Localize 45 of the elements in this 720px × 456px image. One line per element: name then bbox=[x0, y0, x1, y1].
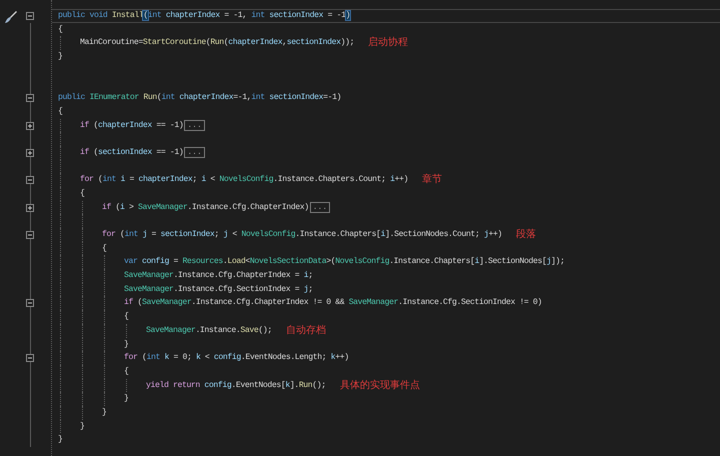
code-line: public void Install(int chapterIndex = -1, int sectionIndex = -1) bbox=[58, 10, 350, 22]
code-line: { bbox=[58, 106, 62, 118]
annotation-text: 段落 bbox=[516, 228, 536, 242]
code-line: MainCoroutine=StartCoroutine(Run(chapterIndex,sectionIndex)); bbox=[80, 37, 354, 50]
collapse-icon[interactable] bbox=[26, 231, 34, 239]
code-line: { bbox=[58, 24, 62, 36]
annotation-text: 章节 bbox=[422, 173, 442, 187]
code-line: for (int j = sectionIndex; j < NovelsConfig.Instance.Chapters[i].SectionNodes.Count; j++) bbox=[102, 229, 502, 241]
code-line: } bbox=[58, 51, 62, 64]
collapse-icon[interactable] bbox=[26, 299, 34, 308]
collapse-icon[interactable] bbox=[26, 354, 34, 362]
collapsed-code-button[interactable]: ... bbox=[184, 120, 205, 131]
code-line: if (i > SaveManager.Instance.Cfg.ChapterIndex) bbox=[102, 202, 309, 214]
brush-icon[interactable] bbox=[4, 10, 18, 24]
collapse-icon[interactable] bbox=[26, 94, 34, 102]
code-line: for (int i = chapterIndex; i < NovelsConfig.Instance.Chapters.Count; i++) bbox=[80, 174, 408, 186]
code-line: yield return config.EventNodes[k].Run(); bbox=[146, 380, 326, 392]
code-line: SaveManager.Instance.Cfg.SectionIndex = j; bbox=[124, 284, 313, 296]
code-line: } bbox=[58, 434, 62, 446]
code-line: { bbox=[124, 311, 128, 324]
code-line: if (sectionIndex == -1) bbox=[80, 146, 184, 159]
expand-icon[interactable] bbox=[26, 148, 34, 157]
code-line: } bbox=[102, 406, 106, 419]
code-line: public IEnumerator Run(int chapterIndex=-1,int sectionIndex=-1) bbox=[58, 92, 342, 104]
code-line: { bbox=[124, 366, 128, 378]
annotation-text: 启动协程 bbox=[368, 36, 408, 50]
collapse-icon[interactable] bbox=[26, 176, 34, 184]
code-line: } bbox=[124, 393, 128, 406]
code-line: for (int k = 0; k < config.EventNodes.Length; k++) bbox=[124, 352, 349, 364]
code-line: } bbox=[80, 420, 84, 433]
code-line: SaveManager.Instance.Cfg.ChapterIndex = i; bbox=[124, 270, 313, 282]
annotation-text: 自动存档 bbox=[286, 324, 326, 338]
annotation-text: 具体的实现事件点 bbox=[340, 378, 420, 392]
code-line: if (chapterIndex == -1) bbox=[80, 120, 184, 132]
collapsed-code-button[interactable]: ... bbox=[310, 202, 330, 213]
collapse-icon[interactable] bbox=[26, 12, 34, 20]
code-line: var config = Resources.Load<NovelsSectionData>(NovelsConfig.Instance.Chapters[i].SectionNodes[j]); bbox=[124, 256, 564, 268]
expand-icon[interactable] bbox=[26, 122, 34, 130]
code-line: if (SaveManager.Instance.Cfg.ChapterIndex != 0 && SaveManager.Instance.Cfg.SectionIndex != 0) bbox=[124, 297, 542, 310]
code-line: { bbox=[80, 188, 84, 200]
code-line: { bbox=[102, 242, 106, 255]
code-line: SaveManager.Instance.Save(); bbox=[146, 324, 272, 337]
collapsed-code-button[interactable]: ... bbox=[184, 147, 205, 158]
code-line: } bbox=[124, 338, 128, 350]
expand-icon[interactable] bbox=[26, 204, 34, 212]
